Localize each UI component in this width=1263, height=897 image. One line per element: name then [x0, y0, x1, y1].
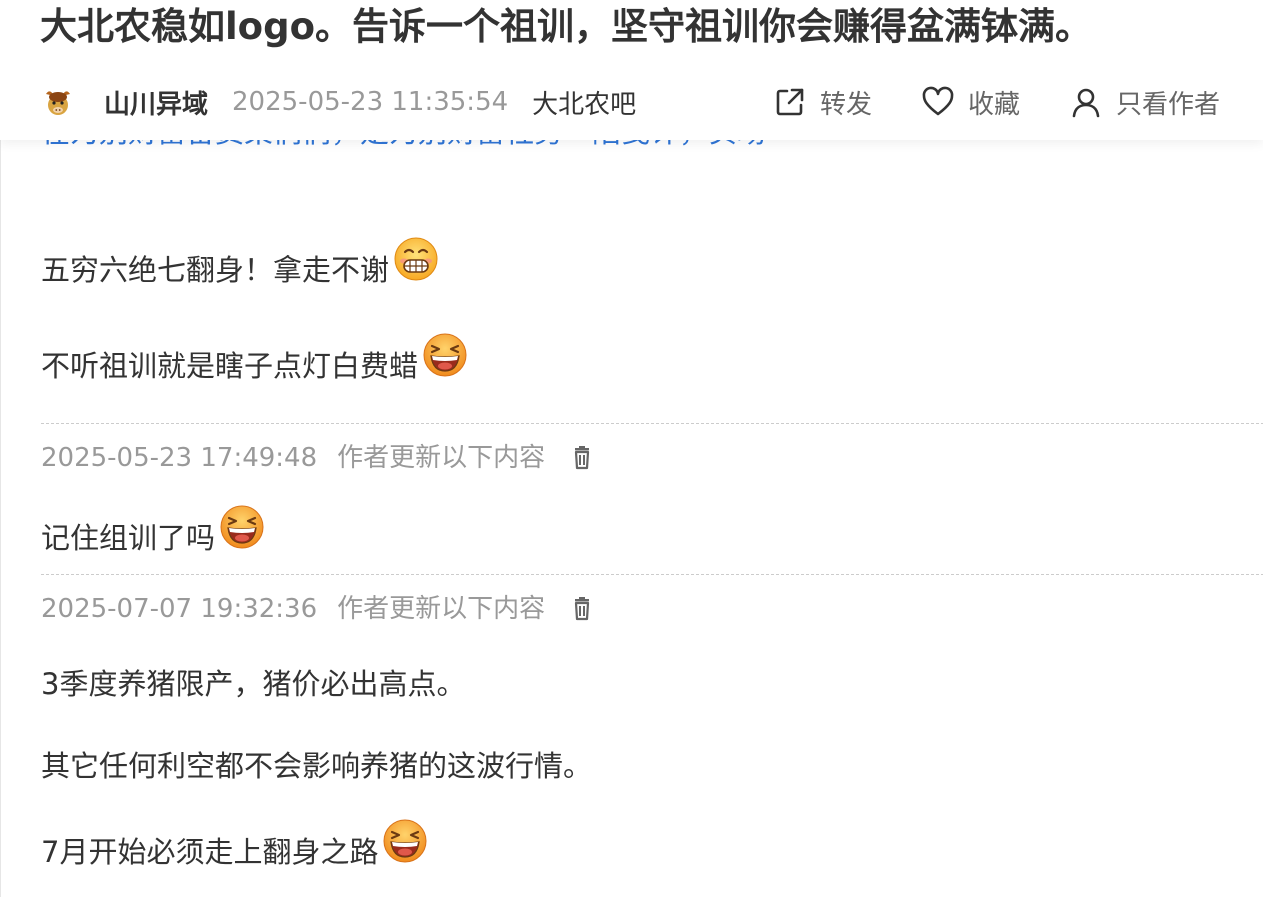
- only-author-button[interactable]: 只看作者: [1068, 84, 1220, 121]
- author-name[interactable]: 山川异域: [104, 84, 208, 121]
- laughing-face-emoji: [382, 818, 428, 864]
- post-title: 大北农稳如logo。告诉一个祖训，坚守祖训你会赚得盆满钵满。: [40, 5, 1093, 48]
- update-timestamp: 2025-05-23 17:49:48: [41, 443, 318, 473]
- paragraph: 其它任何利空都不会影响养猪的这波行情。: [41, 746, 592, 786]
- laughing-face-emoji: [219, 504, 265, 550]
- paragraph-text: 不听祖训就是瞎子点灯白费蜡: [41, 349, 419, 383]
- update-timestamp: 2025-07-07 19:32:36: [41, 594, 318, 624]
- trash-icon[interactable]: [567, 443, 597, 473]
- update-meta: 2025-07-07 19:32:36 作者更新以下内容: [41, 592, 597, 626]
- avatar[interactable]: [40, 84, 76, 120]
- paragraph: 记住组训了吗: [41, 505, 265, 558]
- post-header: 大北农稳如logo。告诉一个祖训，坚守祖训你会赚得盆满钵满。 山川异域 2025: [0, 0, 1263, 140]
- update-label: 作者更新以下内容: [337, 594, 546, 624]
- heart-icon: [920, 84, 956, 120]
- favorite-button[interactable]: 收藏: [920, 84, 1020, 121]
- share-external-icon: [772, 84, 808, 120]
- post-page: 在为别财富备费菜们们，是为别财富社务一陷曳许，实场 五穷六绝七翻身！拿走不谢: [0, 0, 1263, 897]
- favorite-label: 收藏: [967, 89, 1020, 120]
- laughing-face-emoji: [422, 332, 468, 378]
- trash-icon[interactable]: [567, 594, 597, 624]
- update-divider: [41, 423, 1263, 424]
- post-timestamp: 2025-05-23 11:35:54: [232, 87, 509, 117]
- paragraph-text: 记住组训了吗: [41, 521, 216, 555]
- paragraph-text: 7月开始必须走上翻身之路: [41, 835, 379, 869]
- paragraph: 不听祖训就是瞎子点灯白费蜡: [41, 333, 468, 386]
- forum-name-link[interactable]: 大北农吧: [532, 84, 636, 121]
- paragraph-text: 五穷六绝七翻身！拿走不谢: [41, 253, 390, 287]
- update-meta: 2025-05-23 17:49:48 作者更新以下内容: [41, 441, 597, 475]
- paragraph: 五穷六绝七翻身！拿走不谢: [41, 237, 439, 290]
- update-divider: [41, 574, 1263, 575]
- update-label: 作者更新以下内容: [337, 443, 546, 473]
- grinning-face-emoji: [393, 236, 439, 282]
- post-actions: 转发 收藏 只看作者: [724, 80, 1220, 124]
- only-author-label: 只看作者: [1115, 89, 1220, 120]
- paragraph-text: 其它任何利空都不会影响养猪的这波行情。: [41, 749, 593, 783]
- post-meta-row: 山川异域 2025-05-23 11:35:54 大北农吧 转发 收藏 只看作者: [40, 80, 1220, 124]
- user-icon: [1068, 84, 1104, 120]
- paragraph: 3季度养猪限产，猪价必出高点。: [41, 664, 465, 704]
- paragraph-text: 3季度养猪限产，猪价必出高点。: [41, 667, 466, 701]
- share-button[interactable]: 转发: [772, 84, 872, 121]
- paragraph: 7月开始必须走上翻身之路: [41, 819, 428, 872]
- share-label: 转发: [819, 89, 872, 120]
